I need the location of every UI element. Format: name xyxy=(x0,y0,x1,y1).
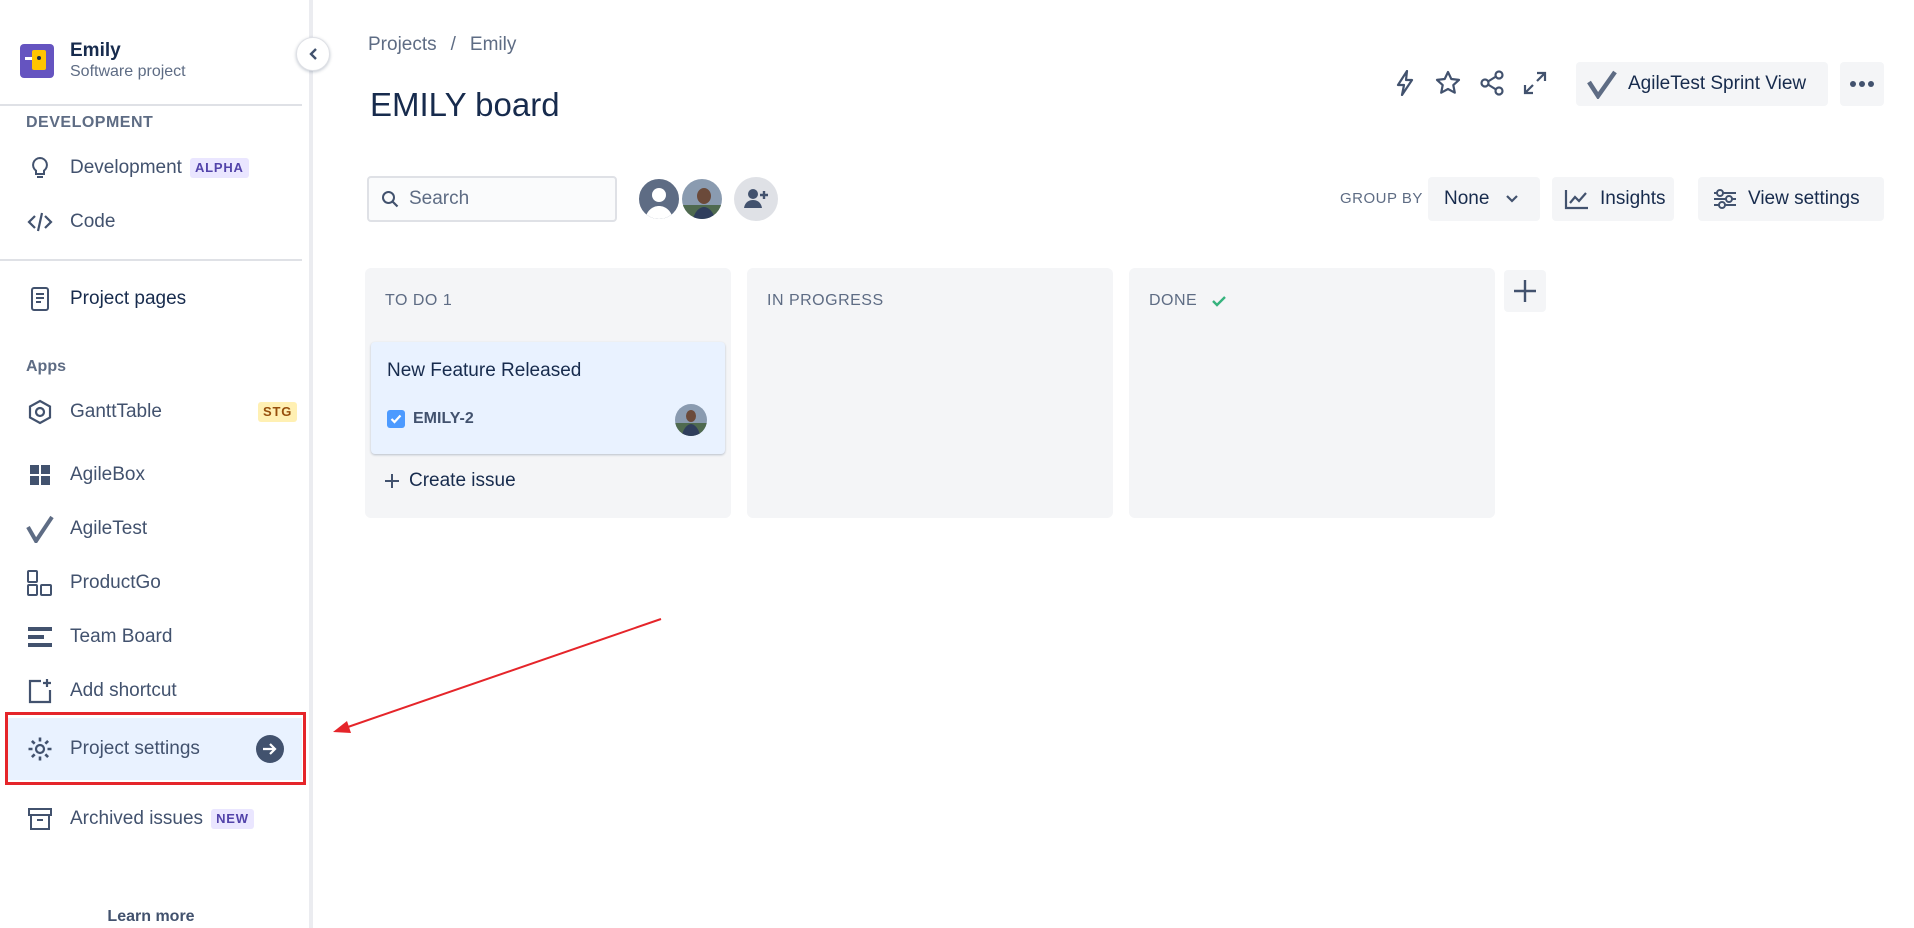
avatar-user[interactable] xyxy=(680,177,724,221)
avatar-unassigned[interactable] xyxy=(637,177,681,221)
chevron-left-icon xyxy=(309,48,317,60)
annotation-arrow xyxy=(333,618,662,733)
collapse-sidebar-button[interactable] xyxy=(296,37,330,71)
